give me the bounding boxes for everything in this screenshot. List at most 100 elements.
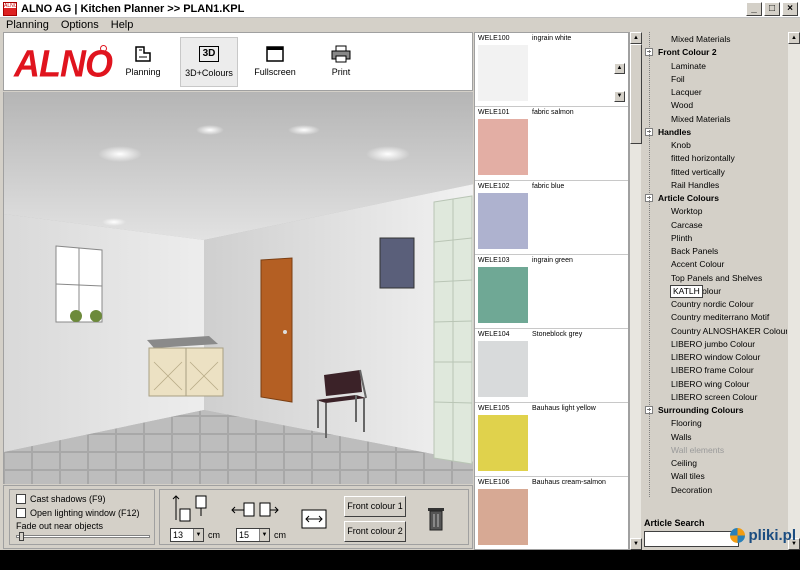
tree-item[interactable]: Mixed Materials: [671, 113, 731, 126]
title-bar: ALNO ALNO AG | Kitchen Planner >> PLAN1.…: [0, 0, 800, 18]
minimize-button[interactable]: _: [746, 2, 762, 16]
height-cabinet-icon: [172, 495, 207, 522]
floorplan-icon: [133, 45, 153, 63]
tree-item[interactable]: Country nordic Colour: [671, 298, 754, 311]
fullscreen-button[interactable]: Fullscreen: [246, 37, 304, 87]
print-button[interactable]: Print: [312, 37, 370, 87]
tree-item[interactable]: LIBERO jumbo Colour: [671, 338, 755, 351]
height-spinner[interactable]: 13 ▼: [170, 528, 204, 542]
tree-category[interactable]: Front Colour 2: [658, 46, 717, 59]
tree-item[interactable]: Lacquer: [671, 86, 702, 99]
menu-planning[interactable]: Planning: [6, 19, 49, 31]
width-spinner[interactable]: 15 ▼: [236, 528, 270, 542]
menu-options[interactable]: Options: [61, 19, 99, 31]
close-button[interactable]: ×: [782, 2, 798, 16]
swatch-item[interactable]: WELE105 Bauhaus light yellow: [475, 403, 628, 477]
tree-item[interactable]: LIBERO wing Colour: [671, 378, 749, 391]
chevron-down-icon[interactable]: ▼: [193, 529, 203, 541]
fullscreen-icon: [265, 45, 285, 63]
front-colour-1-button[interactable]: Front colour 1: [344, 496, 406, 517]
colours-button[interactable]: 3D 3D+Colours: [180, 37, 238, 87]
article-search-input[interactable]: [644, 531, 739, 547]
swatch-name: Bauhaus light yellow: [532, 405, 596, 412]
cabinet-width-icon: [301, 509, 327, 529]
tree-item[interactable]: Back Panels: [671, 245, 718, 258]
fullscreen-label: Fullscreen: [254, 67, 296, 77]
open-lighting-checkbox[interactable]: Open lighting window (F12): [16, 508, 154, 518]
swatch-chip: [478, 119, 528, 175]
fade-slider-thumb[interactable]: [19, 532, 24, 541]
tree-item[interactable]: Rail Handles: [671, 179, 719, 192]
scroll-up-icon[interactable]: ▲: [614, 63, 625, 74]
kitchen-3d-scene: [4, 92, 473, 484]
tree-item[interactable]: Country mediterrano Motif: [671, 311, 769, 324]
tree-item[interactable]: Foil: [671, 73, 685, 86]
swatch-item[interactable]: WELE103 ingrain green: [475, 255, 628, 329]
3d-icon: 3D: [199, 46, 219, 64]
tree-item[interactable]: Wall elements: [671, 444, 724, 457]
category-tree: Mixed Materials Front Colour 2− Laminate Fo…: [642, 32, 787, 514]
swatch-item[interactable]: WELE101 fabric salmon: [475, 107, 628, 181]
tree-item[interactable]: fitted vertically: [671, 166, 725, 179]
tree-item[interactable]: Mixed Materials: [671, 33, 731, 46]
print-label: Print: [331, 67, 351, 77]
tree-item[interactable]: Worktop: [671, 205, 703, 218]
tree-item[interactable]: Walls: [671, 431, 691, 444]
maximize-button[interactable]: □: [764, 2, 780, 16]
swatch-chip: [478, 267, 528, 323]
tree-item[interactable]: LIBERO screen Colour: [671, 391, 757, 404]
scroll-down-icon[interactable]: ▼: [630, 538, 642, 550]
tree-scrollbar[interactable]: ▲ ▼: [788, 32, 800, 550]
tree-item[interactable]: Laminate: [671, 60, 706, 73]
swatch-item[interactable]: WELE106 Bauhaus cream-salmon: [475, 477, 628, 549]
swatch-code: WELE105: [478, 405, 510, 412]
swatch-scrollbar[interactable]: ▲ ▼: [629, 32, 642, 550]
app-icon: ALNO: [3, 1, 17, 16]
watermark: pliki.pl: [730, 527, 796, 544]
scroll-down-icon[interactable]: ▼: [614, 91, 625, 102]
scroll-up-icon[interactable]: ▲: [630, 32, 642, 44]
material-swatch-list: WELE100 ingrain white WELE101 fabric salmo…: [474, 32, 629, 550]
scrollbar-thumb[interactable]: [630, 44, 642, 144]
front-colour-2-button[interactable]: Front colour 2: [344, 521, 406, 542]
swatch-name: fabric blue: [532, 183, 565, 190]
tree-item[interactable]: fitted horizontally: [671, 152, 735, 165]
swatch-chip: [478, 193, 528, 249]
tree-item[interactable]: Country ALNOSHAKER Colour: [671, 325, 787, 338]
tree-item[interactable]: Flooring: [671, 417, 702, 430]
alno-logo: ALNO: [14, 41, 113, 85]
tree-item[interactable]: Knob: [671, 139, 691, 152]
tree-item[interactable]: Ceiling: [671, 457, 697, 470]
tree-item[interactable]: LIBERO window Colour: [671, 351, 760, 364]
tree-item[interactable]: Wall tiles: [671, 470, 705, 483]
swatch-code: WELE100: [478, 35, 510, 42]
tree-item[interactable]: Carcase: [671, 219, 703, 232]
swatch-item[interactable]: WELE104 Stoneblock grey: [475, 329, 628, 403]
tree-category[interactable]: Surrounding Colours: [658, 404, 743, 417]
chevron-down-icon[interactable]: ▼: [259, 529, 269, 541]
planning-button[interactable]: Planning: [114, 37, 172, 87]
scroll-up-icon[interactable]: ▲: [788, 32, 800, 44]
swatch-item[interactable]: WELE100 ingrain white: [475, 33, 628, 107]
swatch-chip: [478, 415, 528, 471]
trash-icon[interactable]: [426, 506, 446, 532]
tree-item[interactable]: LIBERO frame Colour: [671, 364, 754, 377]
height-unit: cm: [208, 530, 220, 540]
tree-item[interactable]: Accent Colour: [671, 258, 724, 271]
fade-out-slider[interactable]: [16, 532, 150, 541]
tree-item[interactable]: Wood: [671, 99, 693, 112]
tree-category[interactable]: Article Colours: [658, 192, 719, 205]
tree-item[interactable]: Plinth: [671, 232, 692, 245]
menu-help[interactable]: Help: [111, 19, 134, 31]
planning-label: Planning: [125, 67, 161, 77]
tree-category[interactable]: Handles: [658, 126, 691, 139]
swatch-item[interactable]: WELE102 fabric blue: [475, 181, 628, 255]
cast-shadows-checkbox[interactable]: Cast shadows (F9): [16, 494, 154, 504]
menu-bar: Planning Options Help: [0, 18, 800, 32]
tree-item[interactable]: Top Panels and Shelves: [671, 272, 762, 285]
3d-viewport[interactable]: [3, 92, 473, 484]
tree-item[interactable]: Decoration: [671, 484, 712, 497]
swatch-chip: [478, 489, 528, 545]
height-value: 13: [173, 530, 184, 540]
display-options: Cast shadows (F9) Open lighting window (…: [9, 489, 155, 545]
